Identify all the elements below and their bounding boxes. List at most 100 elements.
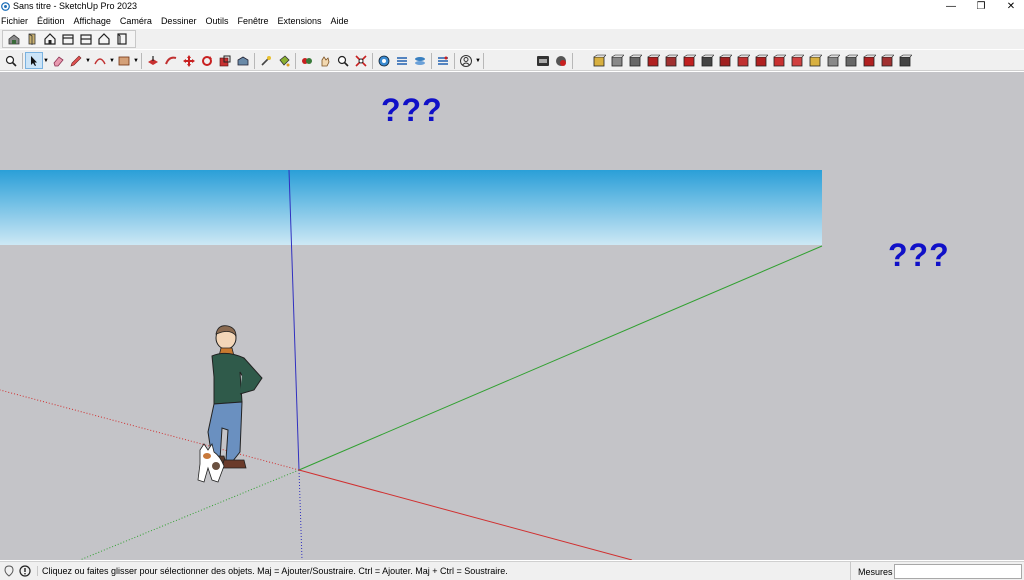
plugin-button-2[interactable]: [608, 52, 626, 69]
scenes-button[interactable]: [434, 52, 452, 69]
menu-aide[interactable]: Aide: [330, 16, 354, 26]
warehouse-button[interactable]: [5, 31, 23, 48]
chevron-down-icon[interactable]: ▼: [133, 58, 139, 64]
scene-canvas[interactable]: [0, 72, 1024, 560]
paint-bucket-button[interactable]: [275, 52, 293, 69]
toolbar-separator: [372, 52, 373, 69]
plugin-button-12[interactable]: [788, 52, 806, 69]
line-tool-icon: [827, 54, 840, 66]
layout-button[interactable]: [552, 52, 570, 69]
box-dark-icon: [899, 54, 912, 66]
profile-red-icon: [647, 54, 660, 66]
green-axis: [298, 245, 823, 471]
plugin-button-11[interactable]: [770, 52, 788, 69]
top-view-button[interactable]: [59, 31, 77, 48]
move-button[interactable]: [180, 52, 198, 69]
layers-button[interactable]: [411, 52, 429, 69]
toolbar-separator: [295, 52, 296, 69]
close-icon: ✕: [1006, 0, 1016, 12]
plugin-button-16[interactable]: [860, 52, 878, 69]
front-view-button[interactable]: [77, 31, 95, 48]
maximize-button[interactable]: ❐: [966, 0, 996, 12]
menu-camera[interactable]: Caméra: [119, 16, 157, 26]
plugin-button-18[interactable]: [896, 52, 914, 69]
scale-figure-person[interactable]: [205, 325, 263, 469]
solid-tools-icon: [593, 54, 606, 66]
extension-warehouse-button[interactable]: [534, 52, 552, 69]
measures-input[interactable]: [894, 564, 1022, 579]
plugin-button-15[interactable]: [842, 52, 860, 69]
toolbar-separator: [572, 52, 573, 69]
styles-button[interactable]: [393, 52, 411, 69]
plugin-button-1[interactable]: [590, 52, 608, 69]
plugin-button-14[interactable]: [824, 52, 842, 69]
zoom-icon: [5, 55, 17, 67]
right-view-button[interactable]: [95, 31, 113, 48]
iso-view-button[interactable]: [41, 31, 59, 48]
red-axis: [298, 469, 633, 560]
toolbar-main: ▼ ▼ ▼ ▼ ▼: [0, 50, 1024, 71]
menu-outils[interactable]: Outils: [204, 16, 233, 26]
plugin-button-7[interactable]: [698, 52, 716, 69]
offset-button[interactable]: [234, 52, 252, 69]
left-view-button[interactable]: [113, 31, 131, 48]
plugin-button-5[interactable]: [662, 52, 680, 69]
pipe-icon: [665, 54, 678, 66]
zoom-button[interactable]: [2, 52, 20, 69]
menu-edition[interactable]: Édition: [36, 16, 70, 26]
scale-icon: [219, 55, 231, 66]
plugin-toolbar: [590, 51, 914, 70]
menu-extensions[interactable]: Extensions: [277, 16, 327, 26]
plugin-button-6[interactable]: [680, 52, 698, 69]
rectangle-button[interactable]: [115, 52, 133, 69]
zoom-tool-button[interactable]: [334, 52, 352, 69]
roof-icon: [737, 54, 750, 66]
plugin-button-13[interactable]: [806, 52, 824, 69]
plugin-button-10[interactable]: [752, 52, 770, 69]
list-icon: [629, 54, 642, 66]
plugin-button-8[interactable]: [716, 52, 734, 69]
select-button[interactable]: [25, 52, 43, 69]
rectangle-icon: [118, 56, 130, 65]
arc-button[interactable]: [91, 52, 109, 69]
section-plane-icon: [378, 55, 390, 66]
orbit-button[interactable]: [298, 52, 316, 69]
close-button[interactable]: ✕: [996, 0, 1024, 12]
push-pull-icon: [148, 55, 158, 65]
menu-affichage[interactable]: Affichage: [73, 16, 116, 26]
title-bar: Sans titre - SketchUp Pro 2023 — ❐ ✕: [0, 0, 1024, 12]
3d-viewport[interactable]: ??? ???: [0, 72, 1024, 560]
pan-button[interactable]: [316, 52, 334, 69]
menu-fichier[interactable]: Fichier: [0, 16, 33, 26]
toolbar-top: [0, 29, 1024, 49]
rotate-button[interactable]: [198, 52, 216, 69]
account-button[interactable]: [457, 52, 475, 69]
measures-label: Mesures: [850, 562, 893, 580]
plugin-button-17[interactable]: [878, 52, 896, 69]
chevron-down-icon[interactable]: ▼: [475, 58, 481, 64]
move-icon: [183, 54, 195, 67]
styles-icon: [397, 56, 407, 65]
tape-measure-button[interactable]: [257, 52, 275, 69]
menu-dessiner[interactable]: Dessiner: [160, 16, 202, 26]
minimize-button[interactable]: —: [936, 0, 966, 12]
section-plane-button[interactable]: [375, 52, 393, 69]
question-annotation-top: ???: [381, 92, 443, 128]
house-view-icon: [98, 33, 110, 45]
info-icon[interactable]: [18, 564, 32, 578]
plugin-button-3[interactable]: [626, 52, 644, 69]
plugin-button-9[interactable]: [734, 52, 752, 69]
push-pull-button[interactable]: [144, 52, 162, 69]
eraser-button[interactable]: [49, 52, 67, 69]
components-button[interactable]: [23, 31, 41, 48]
zoom-extents-button[interactable]: [352, 52, 370, 69]
geolocation-icon[interactable]: [2, 564, 16, 578]
scenes-icon: [438, 56, 448, 65]
orbit-icon: [302, 57, 312, 64]
pencil-button[interactable]: [67, 52, 85, 69]
menu-fenetre[interactable]: Fenêtre: [236, 16, 273, 26]
scale-button[interactable]: [216, 52, 234, 69]
plugin-button-4[interactable]: [644, 52, 662, 69]
toolbar-separator: [254, 52, 255, 69]
follow-me-button[interactable]: [162, 52, 180, 69]
